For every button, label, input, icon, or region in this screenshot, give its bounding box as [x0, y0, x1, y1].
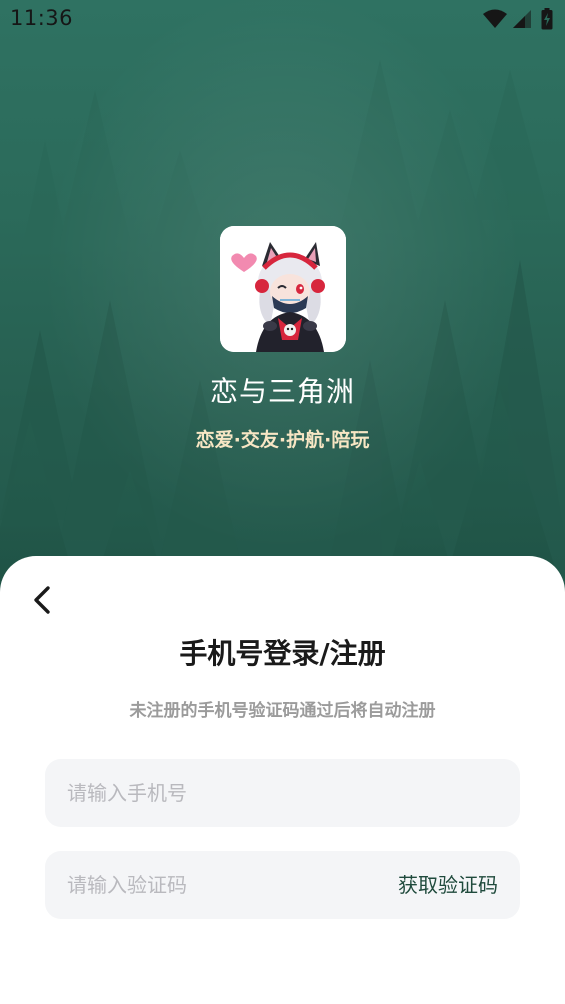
- page-title: 手机号登录/注册: [179, 637, 386, 670]
- battery-charging-icon: [541, 8, 553, 34]
- login-sheet: 手机号登录/注册 未注册的手机号验证码通过后将自动注册 获取验证码: [0, 556, 565, 1004]
- status-icons: [483, 8, 555, 30]
- chevron-left-icon: [34, 586, 50, 614]
- cellular-signal-icon: [513, 8, 533, 34]
- wifi-icon: [483, 8, 507, 34]
- back-button[interactable]: [24, 580, 64, 620]
- app-slogan: 恋爱·交友·护航·陪玩: [195, 429, 370, 451]
- anime-girl-mascot-icon: [220, 226, 346, 352]
- verification-code-input[interactable]: [67, 851, 357, 919]
- get-verification-code-button[interactable]: 获取验证码: [398, 851, 498, 919]
- status-time: 11:36: [10, 6, 74, 30]
- phone-field: [45, 759, 520, 827]
- page-subtitle: 未注册的手机号验证码通过后将自动注册: [129, 701, 436, 721]
- app-name: 恋与三角洲: [209, 375, 355, 408]
- app-logo: [220, 226, 346, 352]
- phone-input[interactable]: [67, 759, 497, 827]
- code-field: 获取验证码: [45, 851, 520, 919]
- status-bar: 11:36: [0, 0, 565, 38]
